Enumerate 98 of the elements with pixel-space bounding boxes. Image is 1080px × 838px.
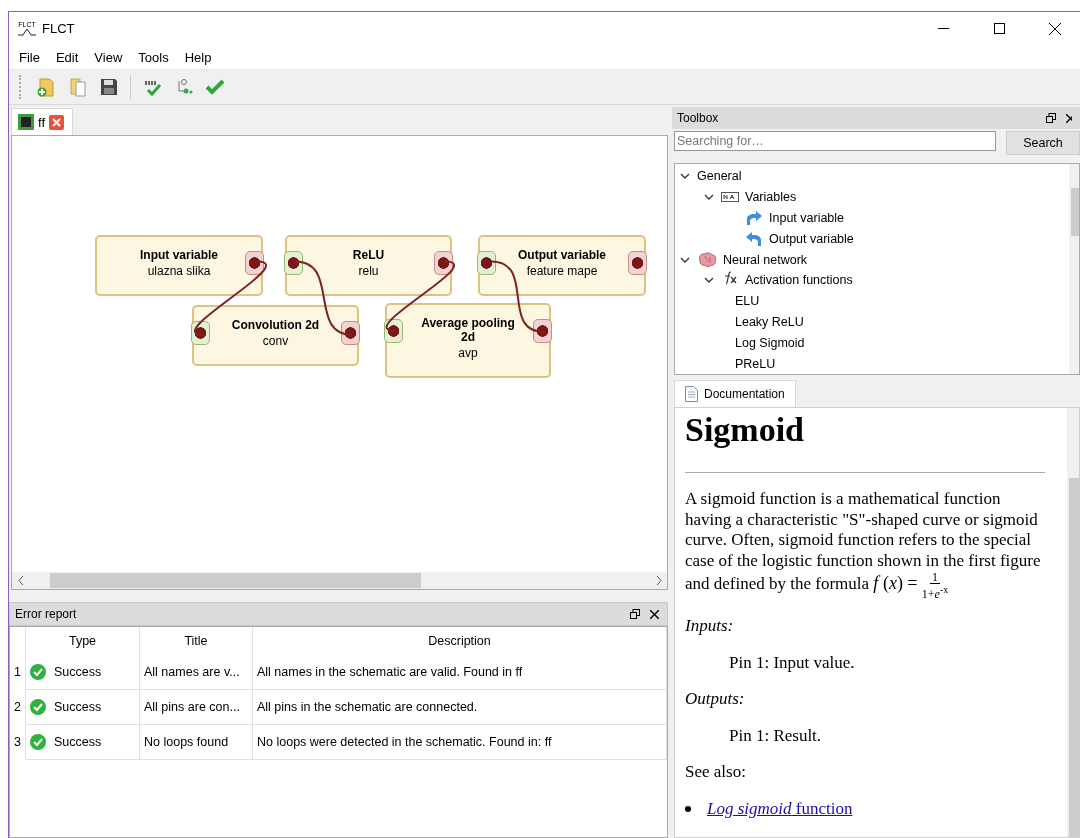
- node-name: relu: [358, 264, 379, 278]
- row-number: 1: [10, 655, 26, 690]
- menu-item[interactable]: View: [86, 49, 131, 65]
- tree-item[interactable]: Neural network: [723, 252, 808, 267]
- editor-tab[interactable]: ff: [11, 108, 73, 135]
- output-pin[interactable]: [434, 251, 453, 275]
- table-cell: All pins in the schematic are connected.: [253, 690, 667, 725]
- column-header[interactable]: Title: [140, 627, 253, 655]
- output-pin[interactable]: [245, 251, 264, 275]
- table-cell: Success: [54, 735, 102, 749]
- panel-title: Error report: [15, 607, 78, 621]
- menu-item[interactable]: File: [11, 49, 48, 65]
- table-cell: Success: [54, 665, 102, 679]
- pin-description: Pin 1: Result.: [729, 725, 823, 746]
- tree-item[interactable]: ELU: [735, 294, 760, 309]
- menu-item[interactable]: Tools: [130, 49, 177, 65]
- pins-icon[interactable]: [175, 78, 193, 96]
- tree-item[interactable]: General: [697, 169, 742, 184]
- float-icon[interactable]: [1046, 113, 1056, 123]
- menu-item[interactable]: Help: [176, 49, 220, 65]
- maximize-icon[interactable]: [993, 23, 1005, 34]
- table-cell: All names are v...: [140, 655, 253, 690]
- scroll-right-icon[interactable]: [655, 576, 662, 585]
- node-name: feature mape: [526, 264, 598, 278]
- schematic-node[interactable]: Input variable ulazna slika: [95, 235, 263, 296]
- chevron-icon[interactable]: [703, 194, 715, 201]
- arrow-right-icon: [745, 210, 763, 226]
- chip-icon: [18, 114, 34, 130]
- new-file-icon[interactable]: [36, 77, 56, 97]
- document-icon: [685, 386, 698, 402]
- arrow-left-icon: [745, 230, 763, 247]
- input-pin[interactable]: [191, 321, 210, 345]
- search-button[interactable]: Search: [1006, 131, 1080, 155]
- row-number: 2: [10, 690, 26, 725]
- search-field[interactable]: Searching for…: [674, 131, 996, 151]
- table-cell: No loops found: [140, 725, 253, 760]
- node-title: ReLU: [351, 248, 386, 262]
- save-icon[interactable]: [100, 78, 118, 96]
- success-icon: [30, 699, 46, 715]
- tree-item[interactable]: Input variable: [769, 211, 845, 225]
- float-icon[interactable]: [630, 609, 640, 619]
- close-icon[interactable]: [1066, 113, 1072, 123]
- tree-item[interactable]: PReLU: [735, 356, 776, 371]
- menu-item[interactable]: Edit: [47, 49, 87, 65]
- section-label: Outputs:: [685, 689, 746, 710]
- schematic-node[interactable]: ReLU relu: [285, 235, 452, 296]
- chevron-icon[interactable]: [703, 277, 715, 284]
- column-header[interactable]: Description: [253, 627, 667, 655]
- schematic-node[interactable]: Convolution 2d conv: [192, 305, 359, 366]
- close-icon[interactable]: [650, 609, 659, 619]
- tree-item[interactable]: Activation functions: [745, 273, 853, 288]
- section-label: Inputs:: [685, 616, 735, 637]
- variable-icon: [721, 192, 739, 203]
- node-title: Input variable: [139, 248, 219, 262]
- output-pin[interactable]: [628, 251, 647, 275]
- vertical-scrollbar[interactable]: [1069, 164, 1079, 374]
- pin-description: Pin 1: Input value.: [729, 652, 856, 673]
- tree-item[interactable]: Log Sigmoid: [735, 335, 805, 350]
- window-title: FLCT: [42, 21, 76, 36]
- tree-item[interactable]: Variables: [745, 190, 797, 205]
- success-icon: [30, 664, 46, 680]
- section-label: See also:: [685, 762, 747, 783]
- panel-title: Toolbox: [677, 111, 720, 125]
- vertical-scrollbar[interactable]: [1067, 408, 1079, 837]
- table-cell: All pins are con...: [140, 690, 253, 725]
- check-icon[interactable]: [205, 78, 225, 96]
- doc-heading: Sigmoid: [685, 410, 806, 450]
- chevron-icon[interactable]: [679, 256, 691, 263]
- node-name: conv: [262, 334, 289, 348]
- success-icon: [30, 734, 46, 750]
- input-pin[interactable]: [477, 251, 496, 275]
- documentation-tab[interactable]: Documentation: [674, 380, 796, 407]
- chevron-icon[interactable]: [679, 173, 691, 180]
- scroll-left-icon[interactable]: [17, 576, 24, 585]
- input-pin[interactable]: [284, 251, 303, 275]
- column-header[interactable]: Type: [26, 627, 140, 655]
- node-name: avp: [458, 346, 478, 360]
- tree-item[interactable]: Output variable: [769, 231, 854, 246]
- output-pin[interactable]: [533, 319, 552, 343]
- horizontal-scrollbar[interactable]: [12, 572, 667, 589]
- node-title: Output variable: [517, 248, 607, 262]
- schematic-node[interactable]: Average pooling 2d avp: [385, 303, 551, 378]
- tree-item[interactable]: Leaky ReLU: [735, 314, 804, 329]
- node-title: Convolution 2d: [230, 318, 321, 332]
- doc-link[interactable]: Log sigmoid function: [707, 798, 853, 819]
- minimize-icon[interactable]: [937, 28, 949, 29]
- output-pin[interactable]: [341, 321, 360, 345]
- schematic-node[interactable]: Output variable feature mape: [478, 235, 646, 296]
- bullet-icon: [685, 805, 691, 812]
- input-pin[interactable]: [384, 319, 403, 343]
- table-cell: No loops were detected in the schematic. Found in: ff: [253, 725, 667, 760]
- brain-icon: [697, 251, 717, 268]
- node-name: ulazna slika: [147, 264, 211, 278]
- table-cell: All names in the schematic are valid. Found in ff: [253, 655, 667, 690]
- close-icon[interactable]: [1049, 22, 1061, 35]
- row-number: 3: [10, 725, 26, 760]
- doc-paragraph: A sigmoid function is a mathematical function having a characteristic "S"-shaped curve or sigmoid curve. Often, sigmoid function refers to the special case of the logistic function shown in the first figure and defined by the formula f (x) = 1 1+e$^{-x}$: [685, 489, 1042, 600]
- table-cell: Success: [54, 700, 102, 714]
